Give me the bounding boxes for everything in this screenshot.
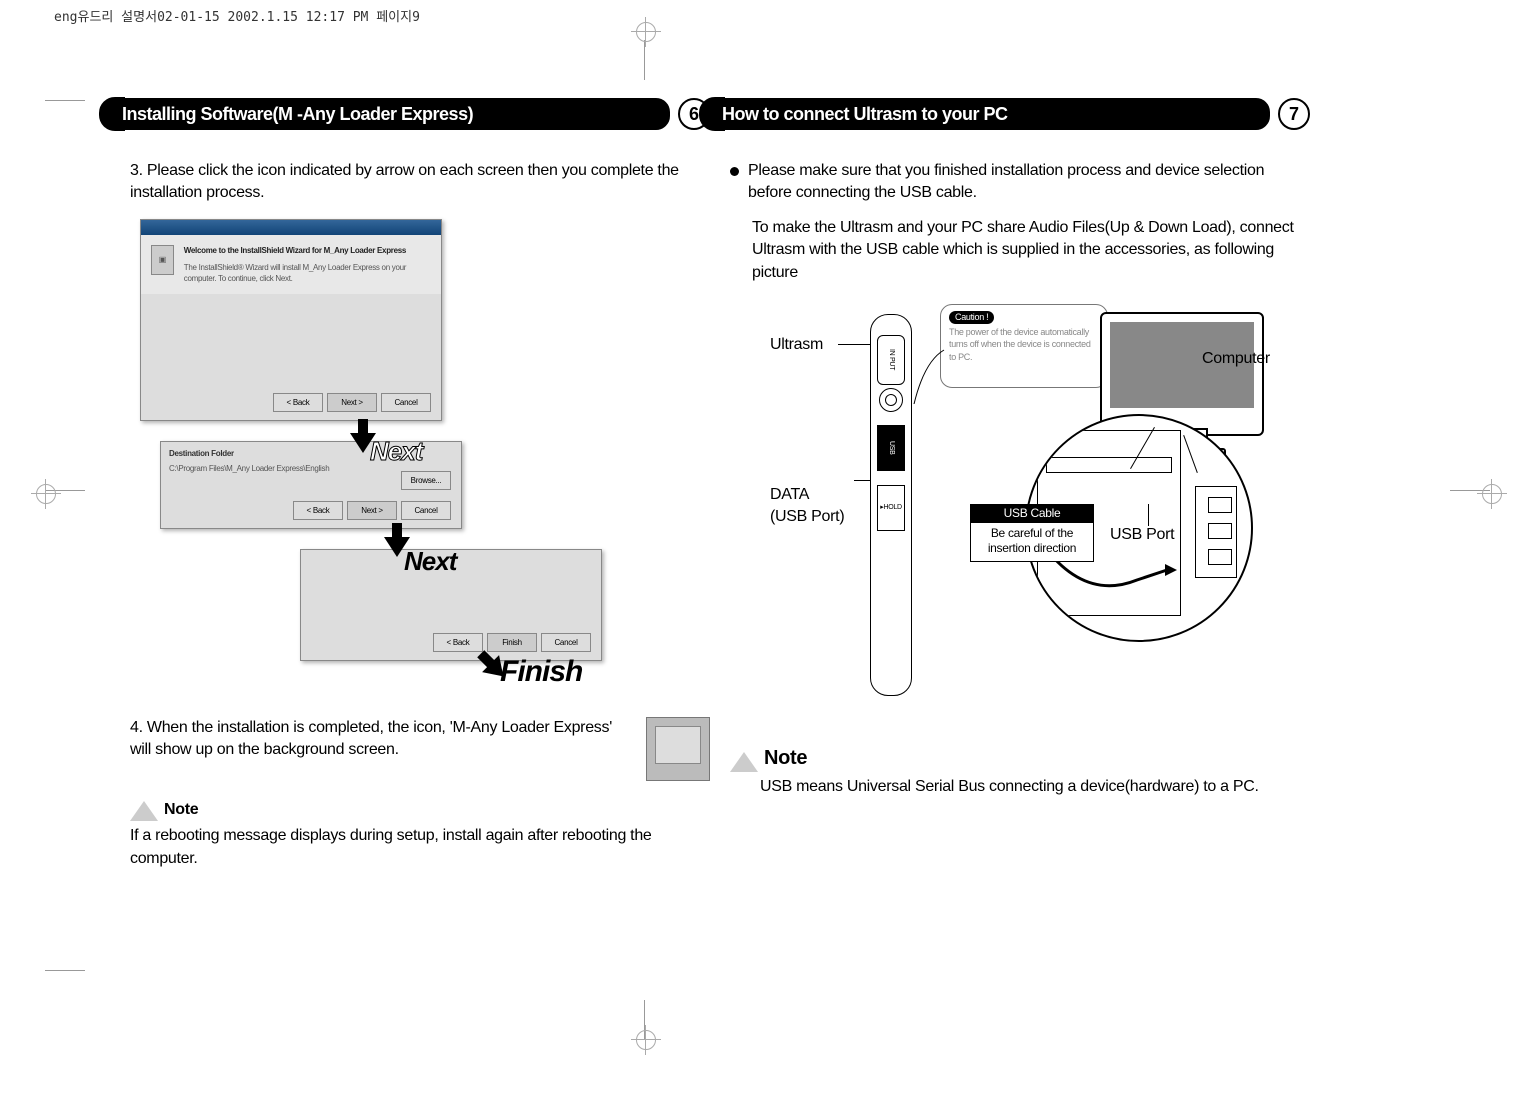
page-right: How to connect Ultrasm to your PC 7 Plea… — [700, 98, 1310, 798]
section-title: Installing Software(M -Any Loader Expres… — [122, 104, 473, 125]
section-header: Installing Software(M -Any Loader Expres… — [100, 98, 710, 130]
label-data-port: DATA (USB Port) — [770, 484, 844, 529]
register-mark-icon — [1482, 484, 1502, 504]
device-input-label: IN PUT — [877, 335, 905, 385]
callout-line — [910, 344, 950, 404]
cancel-button[interactable]: Cancel — [381, 393, 431, 412]
back-button[interactable]: < Back — [433, 633, 483, 652]
register-mark-icon — [36, 484, 56, 504]
wizard-window-1: ▣ Welcome to the InstallShield Wizard fo… — [140, 219, 442, 421]
ultrasm-device: IN PUT USB HOLD — [870, 314, 912, 696]
device-usb-label: USB — [877, 425, 905, 471]
note-heading: Note — [164, 801, 198, 818]
usb-cable-heading: USB Cable — [971, 505, 1093, 523]
register-mark-icon — [636, 1030, 656, 1050]
wizard1-body: The InstallShield® Wizard will install M… — [184, 262, 431, 284]
crop-mark — [45, 100, 85, 101]
caution-badge: Caution ! — [949, 311, 994, 324]
back-button[interactable]: < Back — [273, 393, 323, 412]
browse-button[interactable]: Browse... — [401, 471, 451, 490]
usb-ports-panel — [1195, 486, 1237, 578]
page-left: Installing Software(M -Any Loader Expres… — [100, 98, 710, 870]
arrow-label-next: Next — [370, 433, 422, 469]
register-mark-icon — [636, 22, 656, 42]
label-computer: Computer — [1202, 348, 1270, 370]
wizard-icon: ▣ — [151, 245, 174, 275]
note-body: If a rebooting message displays during s… — [130, 825, 710, 870]
page-number: 7 — [1278, 98, 1310, 130]
usb-cable-note: Be careful of the insertion direction — [977, 526, 1087, 557]
arrow-label-finish: Finish — [500, 651, 582, 693]
connection-diagram: Ultrasm DATA (USB Port) IN PUT USB HOLD … — [770, 304, 1280, 704]
note-body: USB means Universal Serial Bus connectin… — [730, 776, 1310, 798]
page-header-meta: eng유드리 설명서02-01-15 2002.1.15 12:17 PM 페이… — [54, 6, 420, 25]
caution-text: The power of the device automatically tu… — [949, 326, 1099, 364]
step-3-text: 3. Please click the icon indicated by ar… — [130, 160, 710, 205]
note-heading: Note — [764, 747, 807, 769]
device-hold-label: HOLD — [877, 485, 905, 531]
usb-cable-callout: USB Cable Be careful of the insertion di… — [970, 504, 1094, 562]
section-header: How to connect Ultrasm to your PC 7 — [700, 98, 1310, 130]
bullet-paragraph: Please make sure that you finished insta… — [730, 160, 1310, 205]
next-button[interactable]: Next > — [347, 501, 397, 520]
label-ultrasm: Ultrasm — [770, 334, 823, 356]
device-jack-icon — [879, 388, 903, 412]
paragraph: To make the Ultrasm and your PC share Au… — [730, 217, 1310, 284]
label-usb-port: USB Port — [1110, 524, 1174, 546]
step-4-text: 4. When the installation is completed, t… — [130, 717, 620, 762]
wizard1-title: Welcome to the InstallShield Wizard for … — [184, 245, 431, 256]
next-button[interactable]: Next > — [327, 393, 377, 412]
back-button[interactable]: < Back — [293, 501, 343, 520]
note-triangle-icon — [730, 752, 758, 772]
caution-callout: Caution ! The power of the device automa… — [940, 304, 1108, 388]
install-screenshots-figure: ▣ Welcome to the InstallShield Wizard fo… — [140, 219, 610, 689]
cancel-button[interactable]: Cancel — [401, 501, 451, 520]
arrow-label-next: Next — [404, 543, 456, 579]
section-title: How to connect Ultrasm to your PC — [722, 104, 1008, 125]
crop-mark — [45, 970, 85, 971]
cancel-button[interactable]: Cancel — [541, 633, 591, 652]
note-triangle-icon — [130, 801, 158, 821]
